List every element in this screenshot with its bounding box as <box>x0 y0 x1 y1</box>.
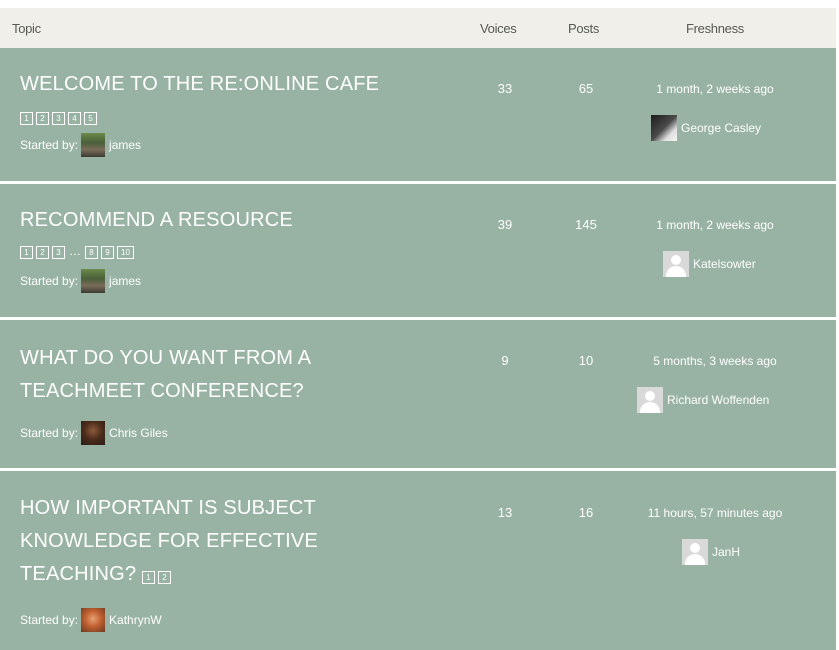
started-by-label: Started by: <box>20 426 79 440</box>
started-by-label: Started by: <box>20 138 79 152</box>
last-poster: Katelsowter <box>663 251 756 277</box>
topic-row: WHAT DO YOU WANT FROM A TEACHMEET CONFER… <box>0 320 836 468</box>
page-link[interactable]: 2 <box>158 571 172 585</box>
avatar[interactable] <box>637 387 663 413</box>
posts-count: 65 <box>578 81 594 96</box>
topic-row: HOW IMPORTANT IS SUBJECT KNOWLEDGE FOR E… <box>0 471 836 650</box>
last-poster-link[interactable]: Richard Woffenden <box>667 393 769 407</box>
avatar-body <box>685 554 705 565</box>
page-link[interactable]: 3 <box>52 246 65 259</box>
topic-title-line: TEACHMEET CONFERENCE? <box>20 380 304 402</box>
voices-count: 9 <box>501 353 509 368</box>
started-by: Started by: Chris Giles <box>20 421 168 445</box>
page-link[interactable]: 9 <box>101 246 114 259</box>
page-link[interactable]: 3 <box>52 112 65 125</box>
freshness-link[interactable]: 1 month, 2 weeks ago <box>606 218 824 232</box>
posts-count: 16 <box>578 505 594 520</box>
started-by: Started by: james <box>20 269 141 293</box>
topic-title-line: HOW IMPORTANT IS SUBJECT <box>20 497 316 519</box>
avatar-head <box>690 543 700 553</box>
avatar-head <box>645 391 655 401</box>
topic-title-line: KNOWLEDGE FOR EFFECTIVE <box>20 530 318 552</box>
page-link[interactable]: 1 <box>142 571 156 585</box>
topic-pagination: 12 <box>142 558 174 591</box>
page-link[interactable]: 2 <box>36 112 49 125</box>
column-header-posts: Posts <box>568 21 600 36</box>
voices-count: 33 <box>497 81 513 96</box>
author-link[interactable]: Chris Giles <box>109 426 168 440</box>
started-by-label: Started by: <box>20 613 79 627</box>
started-by-label: Started by: <box>20 274 79 288</box>
avatar[interactable] <box>682 539 708 565</box>
posts-count: 10 <box>578 353 594 368</box>
page-link[interactable]: 10 <box>117 246 134 259</box>
page-link[interactable]: 1 <box>20 246 33 259</box>
avatar[interactable] <box>81 608 106 632</box>
topic-pagination: 1 2 3 … 8 9 10 <box>20 242 137 260</box>
avatar[interactable] <box>651 115 677 141</box>
author-link[interactable]: KathrynW <box>109 613 162 627</box>
voices-count: 13 <box>497 505 513 520</box>
last-poster-link[interactable]: Katelsowter <box>693 257 756 271</box>
avatar[interactable] <box>81 133 106 157</box>
page-link[interactable]: 4 <box>68 112 81 125</box>
topic-title-link[interactable]: WELCOME TO THE RE:ONLINE CAFE <box>20 68 379 101</box>
started-by: Started by: KathrynW <box>20 608 162 632</box>
voices-count: 39 <box>497 217 513 232</box>
column-header-voices: Voices <box>480 21 517 36</box>
freshness-link[interactable]: 1 month, 2 weeks ago <box>606 82 824 96</box>
last-poster: Richard Woffenden <box>637 387 769 413</box>
topic-title-line: TEACHING? 12 <box>20 558 318 591</box>
author-link[interactable]: james <box>109 274 141 288</box>
avatar[interactable] <box>81 421 106 445</box>
page-link[interactable]: 8 <box>85 246 98 259</box>
topic-title-text: TEACHING? <box>20 563 137 585</box>
page-link[interactable]: 1 <box>20 112 33 125</box>
topic-title-link[interactable]: HOW IMPORTANT IS SUBJECT KNOWLEDGE FOR E… <box>20 492 318 591</box>
avatar[interactable] <box>81 269 106 293</box>
last-poster: George Casley <box>651 115 761 141</box>
topic-title-link[interactable]: WHAT DO YOU WANT FROM A TEACHMEET CONFER… <box>20 342 311 408</box>
avatar-body <box>666 266 686 277</box>
freshness-link[interactable]: 11 hours, 57 minutes ago <box>606 506 824 520</box>
pagination-ellipsis: … <box>69 244 81 258</box>
freshness-link[interactable]: 5 months, 3 weeks ago <box>606 354 824 368</box>
topic-row: RECOMMEND A RESOURCE 1 2 3 … 8 9 10 Started by… <box>0 184 836 317</box>
avatar-body <box>640 402 660 413</box>
posts-count: 145 <box>575 217 597 232</box>
last-poster-link[interactable]: JanH <box>712 545 740 559</box>
started-by: Started by: james <box>20 133 141 157</box>
author-link[interactable]: james <box>109 138 141 152</box>
avatar-head <box>671 255 681 265</box>
column-header-freshness: Freshness <box>686 21 744 36</box>
topic-pagination: 12345 <box>20 108 100 126</box>
last-poster-link[interactable]: George Casley <box>681 121 761 135</box>
last-poster: JanH <box>682 539 740 565</box>
page-link[interactable]: 5 <box>84 112 97 125</box>
topic-title-line: WHAT DO YOU WANT FROM A <box>20 347 312 369</box>
column-header-topic: Topic <box>12 21 41 36</box>
topic-title-link[interactable]: RECOMMEND A RESOURCE <box>20 204 293 237</box>
avatar[interactable] <box>663 251 689 277</box>
topic-row: WELCOME TO THE RE:ONLINE CAFE 12345 Star… <box>0 48 836 181</box>
table-header: Topic Voices Posts Freshness <box>0 8 836 48</box>
page-link[interactable]: 2 <box>36 246 49 259</box>
